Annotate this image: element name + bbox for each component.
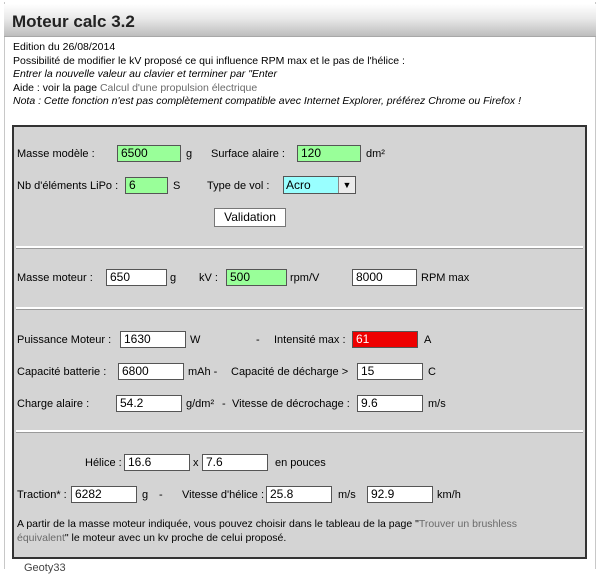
page-title: Moteur calc 3.2 — [12, 12, 135, 31]
flight-type-value: Acro — [286, 178, 311, 192]
edition-date: Edition du 26/08/2014 — [13, 41, 116, 53]
model-mass-label: Masse modèle : — [17, 148, 95, 160]
motor-power-input[interactable]: 1630 — [120, 331, 186, 348]
header-bar: Moteur calc 3.2 — [4, 4, 596, 37]
traction-input[interactable]: 6282 — [71, 486, 137, 503]
power-section: Puissance Moteur : 1630 W - Intensité ma… — [16, 309, 583, 432]
propeller-label: Hélice : — [85, 457, 122, 469]
discharge-capacity-unit: C — [428, 366, 436, 378]
propeller-diameter-input[interactable]: 16.6 — [124, 454, 190, 471]
max-current-label: Intensité max : — [274, 334, 346, 346]
info-text: A partir de la masse moteur indiquée, vo… — [17, 517, 577, 545]
motor-mass-label: Masse moteur : — [17, 272, 93, 284]
footer-author: Geoty33 — [24, 562, 66, 574]
traction-unit: g — [142, 489, 149, 501]
motor-power-label: Puissance Moteur : — [17, 334, 112, 346]
max-current-input[interactable]: 61 — [352, 331, 418, 348]
propeller-speed-unit: m/s — [338, 489, 356, 501]
rpm-max-input[interactable]: 8000 — [352, 269, 417, 286]
propeller-unit: en pouces — [275, 457, 326, 469]
separator-dash: - — [159, 489, 163, 501]
separator-dash: - — [256, 334, 260, 346]
traction-label: Traction* : — [17, 489, 67, 501]
rpm-max-unit: RPM max — [421, 272, 470, 284]
stall-speed-label: Vitesse de décrochage : — [232, 398, 350, 410]
propeller-speed-kmh-input[interactable]: 92.9 — [367, 486, 433, 503]
wing-load-input[interactable]: 54.2 — [116, 395, 182, 412]
kv-input[interactable]: 500 — [226, 269, 287, 286]
help-link[interactable]: Calcul d'une propulsion électrique — [100, 82, 257, 94]
motor-section: Masse moteur : 650 g kV : 500 rpm/V 8000… — [16, 248, 583, 309]
stall-speed-input[interactable]: 9.6 — [357, 395, 423, 412]
help-line: Aide : voir la page Calcul d'une propuls… — [13, 82, 521, 96]
wing-load-label: Charge alaire : — [17, 398, 90, 410]
propeller-section: Hélice : 16.6 x 7.6 en pouces Traction* … — [16, 432, 583, 557]
discharge-capacity-input[interactable]: 15 — [357, 363, 423, 380]
chevron-down-icon[interactable]: ▼ — [338, 177, 355, 193]
stall-speed-unit: m/s — [428, 398, 446, 410]
battery-capacity-label: Capacité batterie : — [17, 366, 107, 378]
propeller-speed-label: Vitesse d'hélice : — [182, 489, 265, 501]
kv-unit: rpm/V — [290, 272, 320, 284]
model-mass-input[interactable]: 6500 — [117, 145, 181, 162]
battery-capacity-input[interactable]: 6800 — [118, 363, 184, 380]
brushless-link-cont[interactable]: équivalent — [17, 532, 65, 544]
info-text-prefix: A partir de la masse moteur indiquée, vo… — [17, 518, 419, 530]
lipo-count-label: Nb d'éléments LiPo : — [17, 180, 119, 192]
propeller-pitch-input[interactable]: 7.6 — [202, 454, 268, 471]
lipo-count-unit: S — [173, 180, 181, 192]
flight-type-select[interactable]: Acro ▼ — [283, 176, 356, 194]
propeller-x-separator: x — [193, 457, 199, 469]
wing-area-input[interactable]: 120 — [297, 145, 361, 162]
discharge-capacity-label: Capacité de décharge > — [231, 366, 349, 378]
motor-power-unit: W — [190, 334, 201, 346]
wing-load-unit: g/dm² — [186, 398, 215, 410]
intro-block: Edition du 26/08/2014 Possibilité de mod… — [13, 41, 521, 109]
model-section: Masse modèle : 6500 g Surface alaire : 1… — [16, 127, 583, 248]
max-current-unit: A — [424, 334, 432, 346]
calculator-panel: Masse modèle : 6500 g Surface alaire : 1… — [12, 125, 587, 559]
separator-dash: - — [222, 398, 226, 410]
propeller-speed-input[interactable]: 25.8 — [266, 486, 332, 503]
kv-label: kV : — [199, 272, 218, 284]
battery-capacity-unit: mAh - — [188, 366, 218, 378]
validation-button[interactable]: Validation — [214, 208, 286, 227]
wing-area-unit: dm² — [366, 148, 385, 160]
propeller-speed-kmh-unit: km/h — [437, 489, 461, 501]
help-prefix: Aide : voir la page — [13, 81, 100, 94]
model-mass-unit: g — [186, 148, 193, 160]
flight-type-label: Type de vol : — [207, 180, 270, 192]
kv-possibility-text: Possibilité de modifier le kV proposé ce… — [13, 54, 405, 67]
wing-area-label: Surface alaire : — [211, 148, 285, 160]
info-text-suffix: " le moteur avec un kv proche de celui p… — [64, 532, 287, 544]
brushless-link[interactable]: Trouver un brushless — [419, 518, 517, 530]
entry-hint: Entrer la nouvelle valeur au clavier et … — [13, 68, 278, 80]
motor-mass-input[interactable]: 650 — [106, 269, 167, 286]
lipo-count-input[interactable]: 6 — [125, 177, 168, 194]
browser-note: Nota : Cette fonction n'est pas complète… — [13, 95, 522, 107]
motor-mass-unit: g — [170, 272, 177, 284]
